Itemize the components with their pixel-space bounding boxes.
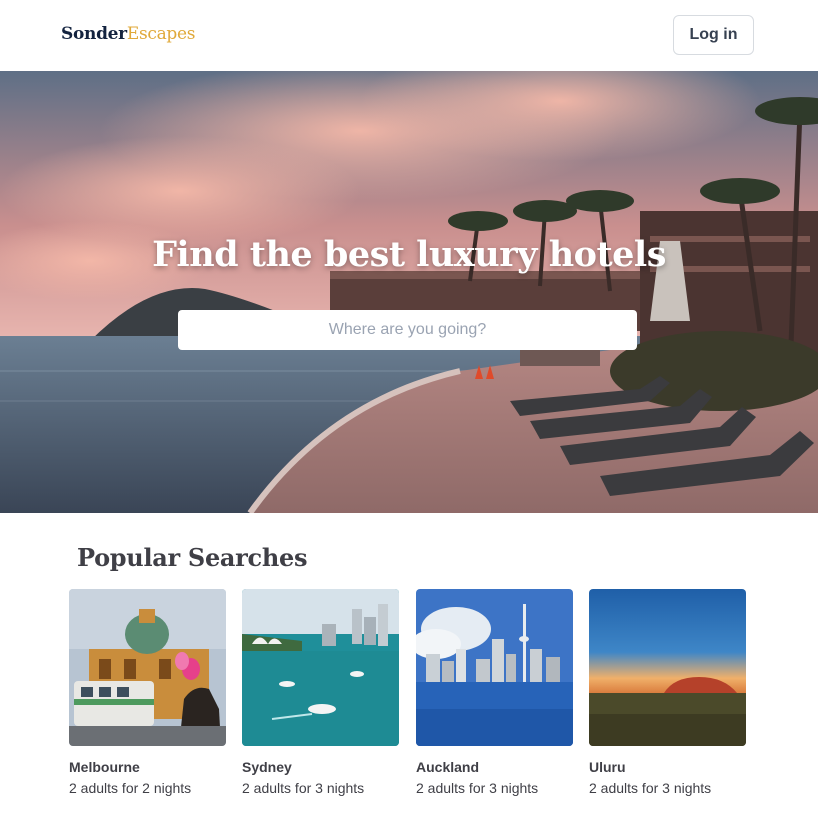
card-details: 2 adults for 3 nights <box>242 780 365 796</box>
login-button[interactable]: Log in <box>673 15 754 55</box>
popular-card-melbourne[interactable]: Melbourne 2 adults for 2 nights <box>69 589 226 796</box>
card-details: 2 adults for 3 nights <box>416 780 539 796</box>
logo-part-escapes: Escapes <box>126 24 196 44</box>
popular-card-uluru[interactable]: Uluru 2 adults for 3 nights <box>589 589 746 796</box>
card-city-name: Auckland <box>416 759 480 775</box>
card-city-name: Uluru <box>589 759 626 775</box>
hero-title: Find the best luxury hotels <box>152 234 666 275</box>
popular-searches-title: Popular Searches <box>77 543 308 572</box>
melbourne-photo <box>69 589 226 746</box>
hero-banner: Find the best luxury hotels <box>0 71 818 513</box>
card-details: 2 adults for 2 nights <box>69 780 192 796</box>
popular-card-sydney[interactable]: Sydney 2 adults for 3 nights <box>242 589 399 796</box>
site-header: SonderEscapes Log in <box>0 0 818 71</box>
hero-background-image <box>0 71 818 513</box>
card-city-name: Melbourne <box>69 759 140 775</box>
sydney-photo <box>242 589 399 746</box>
destination-search-input[interactable] <box>178 310 637 350</box>
card-city-name: Sydney <box>242 759 292 775</box>
logo[interactable]: SonderEscapes <box>61 24 196 44</box>
popular-card-auckland[interactable]: Auckland 2 adults for 3 nights <box>416 589 573 796</box>
auckland-photo <box>416 589 573 746</box>
card-details: 2 adults for 3 nights <box>589 780 712 796</box>
uluru-photo <box>589 589 746 746</box>
logo-part-sonder: Sonder <box>61 24 127 44</box>
